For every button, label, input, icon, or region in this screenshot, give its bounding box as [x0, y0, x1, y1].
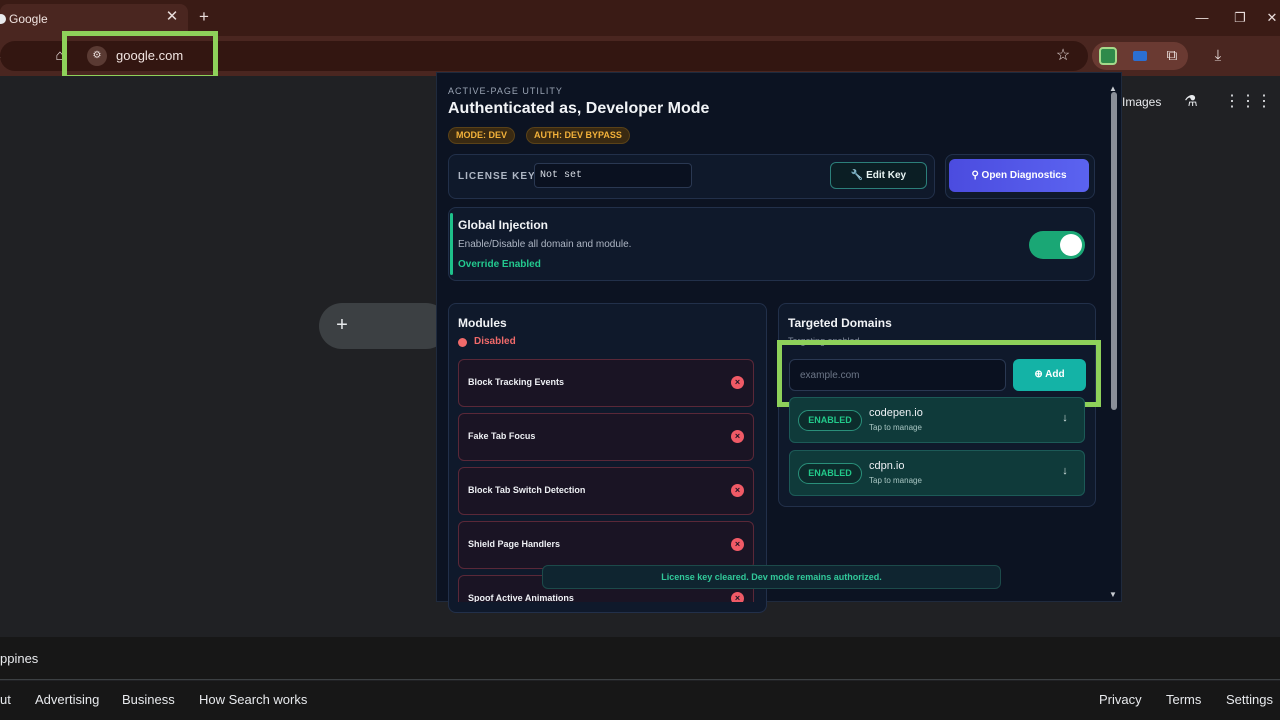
auth-pill: AUTH: DEV BYPASS [526, 127, 630, 144]
images-link[interactable]: Images [1122, 95, 1161, 109]
new-tab-button[interactable]: + [194, 6, 214, 28]
labs-flask-icon[interactable]: ⚗ [1181, 92, 1201, 112]
google-favicon-icon [0, 14, 6, 24]
extension-utility-icon[interactable] [1099, 47, 1117, 65]
footer-link-privacy[interactable]: Privacy [1099, 692, 1142, 707]
download-icon[interactable]: ⤓ [1208, 46, 1228, 66]
module-label: Fake Tab Focus [468, 431, 536, 441]
footer-link-about[interactable]: ut [0, 692, 11, 707]
scrollbar-thumb[interactable] [1111, 92, 1117, 410]
module-remove-icon[interactable]: × [731, 376, 744, 389]
module-label: Spoof Active Animations [468, 593, 574, 602]
footer-link-advertising[interactable]: Advertising [35, 692, 99, 707]
module-label: Block Tracking Events [468, 377, 565, 387]
mode-pill: MODE: DEV [448, 127, 516, 144]
toggle-knob [1060, 234, 1082, 256]
window-close-icon[interactable]: ✕ [1262, 8, 1280, 28]
footer-link-terms[interactable]: Terms [1166, 692, 1201, 707]
tab-close-icon[interactable]: ✕ [164, 9, 180, 25]
footer-link-settings[interactable]: Settings [1226, 692, 1273, 707]
domain-item[interactable]: ENABLED cdpn.io Tap to manage ↓ [789, 450, 1085, 496]
module-item[interactable]: Shield Page Handlers × [458, 521, 754, 569]
domain-expand-icon[interactable]: ↓ [1058, 464, 1072, 478]
module-item[interactable]: Fake Tab Focus × [458, 413, 754, 461]
extension-blue-icon[interactable] [1133, 51, 1147, 61]
targeted-domains-title: Targeted Domains [788, 316, 892, 330]
extensions-puzzle-icon[interactable]: ⧉ [1162, 46, 1182, 66]
license-key-label: LICENSE KEY [458, 171, 536, 182]
global-injection-accent [450, 213, 453, 275]
footer-links-bar [0, 681, 1280, 720]
bookmark-star-icon[interactable]: ☆ [1053, 46, 1073, 66]
domain-hint: Tap to manage [869, 423, 922, 432]
module-label: Block Tab Switch Detection [468, 485, 586, 495]
domain-name: codepen.io [869, 407, 923, 419]
status-toast: License key cleared. Dev mode remains au… [542, 565, 1001, 589]
module-item[interactable]: Block Tab Switch Detection × [458, 467, 754, 515]
domain-item[interactable]: ENABLED codepen.io Tap to manage ↓ [789, 397, 1085, 443]
footer-link-business[interactable]: Business [122, 692, 175, 707]
edit-key-button[interactable]: 🔧 Edit Key [830, 162, 927, 189]
popup-title: Authenticated as, Developer Mode [448, 100, 710, 117]
modules-status: Disabled [474, 336, 516, 347]
domain-status-badge: ENABLED [798, 463, 862, 484]
module-remove-icon[interactable]: × [731, 484, 744, 497]
footer-country: ppines [0, 651, 39, 666]
modules-title: Modules [458, 316, 507, 330]
minimize-icon[interactable]: — [1192, 8, 1212, 28]
footer-country-bar [0, 637, 1280, 680]
apps-grid-icon[interactable]: ⋮⋮⋮ [1224, 92, 1272, 112]
footer-link-how-search-works[interactable]: How Search works [199, 692, 307, 707]
domain-hint: Tap to manage [869, 476, 922, 485]
global-injection-status: Override Enabled [458, 259, 541, 270]
add-shortcut-plus-icon[interactable]: + [330, 313, 354, 337]
domain-expand-icon[interactable]: ↓ [1058, 411, 1072, 425]
tab-title: Google [9, 12, 48, 26]
url-highlight-box [62, 31, 218, 80]
global-injection-description: Enable/Disable all domain and module. [458, 239, 632, 250]
license-key-field[interactable]: Not set [534, 163, 692, 188]
module-remove-icon[interactable]: × [731, 538, 744, 551]
module-label: Shield Page Handlers [468, 539, 561, 549]
global-injection-title: Global Injection [458, 218, 549, 232]
popup-eyebrow: ACTIVE-PAGE UTILITY [448, 86, 563, 96]
scroll-down-icon[interactable]: ▼ [1109, 590, 1117, 599]
domain-name: cdpn.io [869, 460, 905, 472]
module-item[interactable]: Block Tracking Events × [458, 359, 754, 407]
restore-icon[interactable]: ❐ [1230, 8, 1250, 28]
module-remove-icon[interactable]: × [731, 592, 744, 602]
domain-status-badge: ENABLED [798, 410, 862, 431]
module-remove-icon[interactable]: × [731, 430, 744, 443]
modules-status-dot [458, 338, 467, 347]
open-diagnostics-button[interactable]: ⚲ Open Diagnostics [949, 159, 1089, 192]
scroll-up-icon[interactable]: ▲ [1109, 84, 1117, 93]
